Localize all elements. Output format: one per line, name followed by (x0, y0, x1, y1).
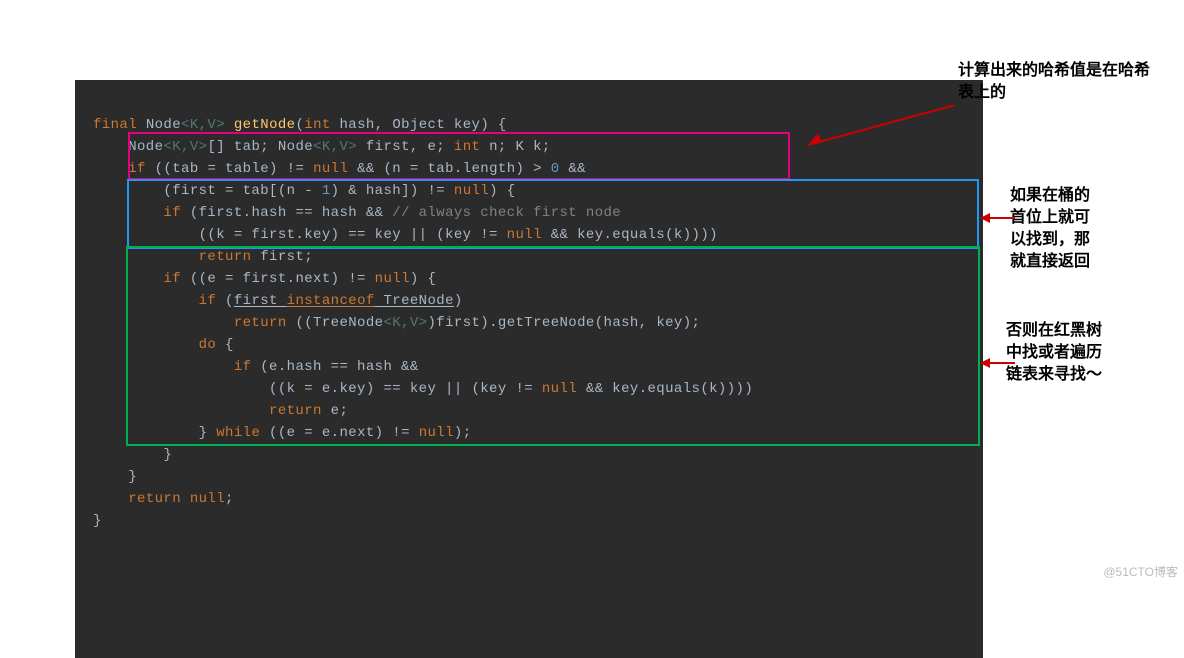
line-16: } (93, 447, 172, 463)
line-11: do { (93, 337, 234, 353)
line-1: final Node<K,V> getNode(int hash, Object… (93, 117, 507, 133)
line-2: Node<K,V>[] tab; Node<K,V> first, e; int… (93, 139, 551, 155)
line-8: if ((e = first.next) != null) { (93, 271, 436, 287)
line-14: return e; (93, 403, 348, 419)
line-6: ((k = first.key) == key || (key != null … (93, 227, 718, 243)
line-5: if (first.hash == hash && // always chec… (93, 205, 621, 221)
annotation-hash: 计算出来的哈希值是在哈希 表上的 (958, 60, 1168, 104)
line-3: if ((tab = table) != null && (n = tab.le… (93, 161, 586, 177)
code-block: final Node<K,V> getNode(int hash, Object… (75, 80, 983, 658)
line-9: if (first instanceof TreeNode) (93, 293, 463, 309)
line-10: return ((TreeNode<K,V>)first).getTreeNod… (93, 315, 700, 331)
line-19: } (93, 513, 102, 529)
annotation-first: 如果在桶的 首位上就可 以找到，那 就直接返回 (1010, 185, 1120, 273)
line-18: return null; (93, 491, 234, 507)
watermark-text: @51CTO博客 (1103, 563, 1178, 580)
line-4: (first = tab[(n - 1) & hash]) != null) { (93, 183, 516, 199)
line-13: ((k = e.key) == key || (key != null && k… (93, 381, 753, 397)
annotation-tree-list: 否则在红黑树 中找或者遍历 链表来寻找～ (1006, 320, 1136, 386)
line-12: if (e.hash == hash && (93, 359, 419, 375)
line-17: } (93, 469, 137, 485)
line-7: return first; (93, 249, 313, 265)
line-15: } while ((e = e.next) != null); (93, 425, 472, 441)
